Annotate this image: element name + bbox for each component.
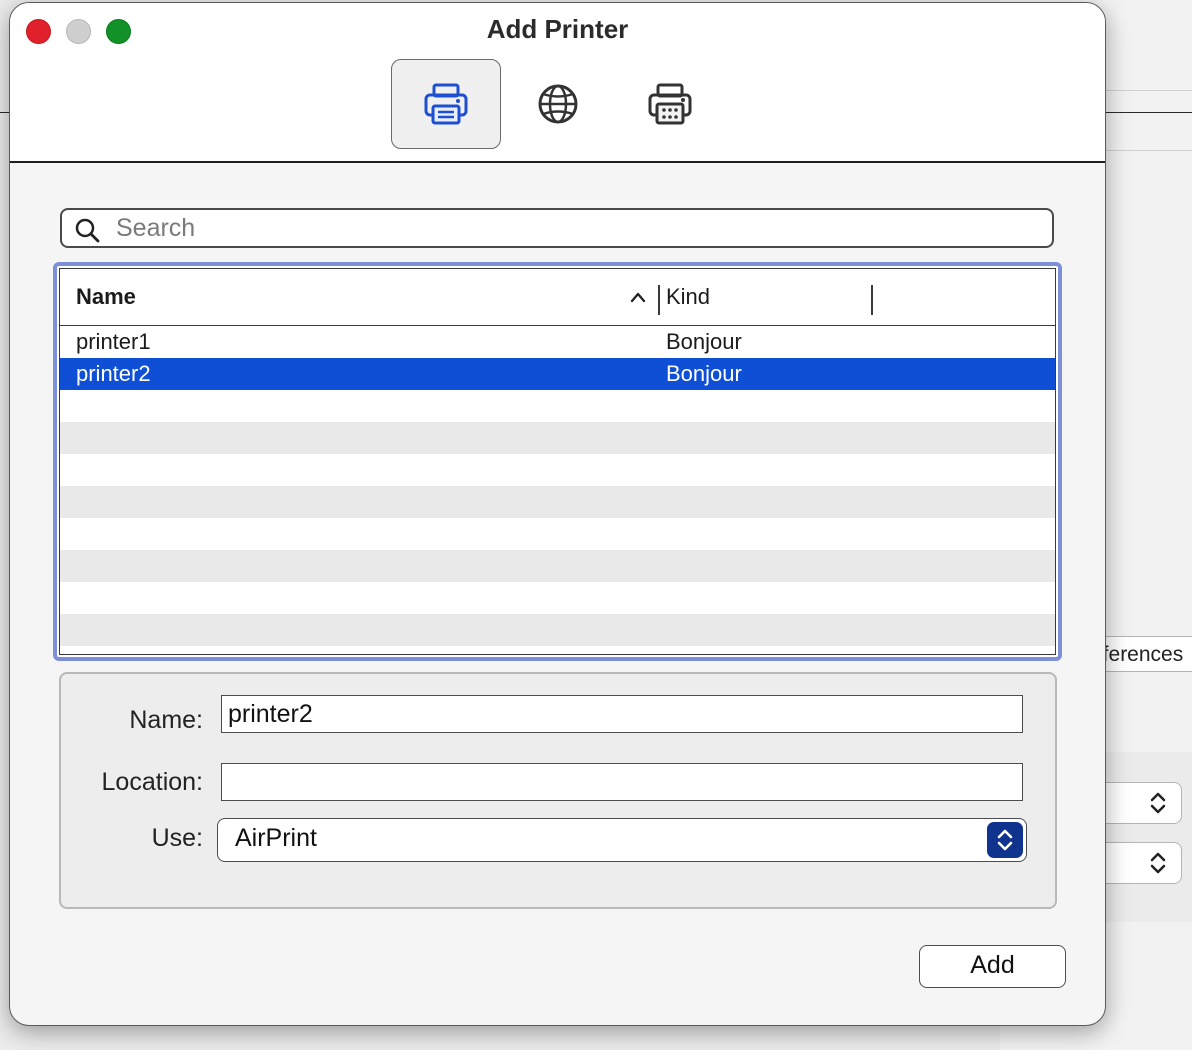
window-title: Add Printer xyxy=(486,14,629,44)
printer-name-cell: printer2 xyxy=(76,361,151,386)
default-printer-tab[interactable] xyxy=(391,59,501,149)
chevron-updown-icon xyxy=(1150,852,1166,874)
popup-stepper[interactable] xyxy=(987,822,1023,858)
empty-row xyxy=(60,550,1055,582)
name-input[interactable] xyxy=(226,698,1016,730)
use-popup[interactable]: AirPrint xyxy=(217,818,1027,862)
printer-icon xyxy=(424,83,468,125)
add-printer-dialog: Add Printer Search Name Kind printer1 Bo… xyxy=(9,2,1106,1026)
windows-printer-tab[interactable] xyxy=(615,59,725,149)
printer-grid-icon xyxy=(648,83,692,125)
location-input[interactable] xyxy=(226,766,1016,798)
name-label: Name: xyxy=(129,706,203,734)
chevron-updown-icon xyxy=(997,829,1013,851)
use-popup-value: AirPrint xyxy=(235,824,317,852)
empty-row xyxy=(60,582,1055,614)
add-button[interactable]: Add xyxy=(919,945,1066,988)
ip-printer-tab[interactable] xyxy=(503,59,613,149)
use-label: Use: xyxy=(151,824,203,852)
search-icon xyxy=(75,218,100,243)
column-resize-handle[interactable] xyxy=(871,285,873,315)
printer-kind-cell: Bonjour xyxy=(666,361,742,386)
empty-row xyxy=(60,454,1055,486)
printer-name-cell: printer1 xyxy=(76,329,151,354)
chevron-updown-icon xyxy=(1150,792,1166,814)
sort-ascending-icon xyxy=(630,292,646,303)
printer-details-panel: Name: Location: Use: AirPrint xyxy=(59,672,1057,909)
empty-row xyxy=(60,614,1055,646)
table-row-selected[interactable]: printer2 Bonjour xyxy=(60,358,1055,390)
table-header: Name Kind xyxy=(60,269,1055,326)
name-field[interactable] xyxy=(221,695,1023,733)
search-input[interactable] xyxy=(114,213,1034,243)
column-resize-handle[interactable] xyxy=(658,285,660,315)
table-row[interactable]: printer1 Bonjour xyxy=(60,326,1055,358)
printer-table: Name Kind printer1 Bonjour printer2 Bonj… xyxy=(53,262,1062,661)
search-field[interactable] xyxy=(60,208,1054,248)
printer-table-body: Name Kind printer1 Bonjour printer2 Bonj… xyxy=(59,268,1056,655)
location-field[interactable] xyxy=(221,763,1023,801)
empty-row xyxy=(60,390,1055,422)
empty-row xyxy=(60,518,1055,550)
empty-row xyxy=(60,486,1055,518)
column-header-kind[interactable]: Kind xyxy=(666,284,710,310)
location-label: Location: xyxy=(101,768,203,796)
titlebar: Add Printer xyxy=(10,3,1105,163)
globe-icon xyxy=(538,84,578,124)
empty-row xyxy=(60,422,1055,454)
printer-kind-cell: Bonjour xyxy=(666,329,742,354)
column-header-name[interactable]: Name xyxy=(76,284,136,310)
